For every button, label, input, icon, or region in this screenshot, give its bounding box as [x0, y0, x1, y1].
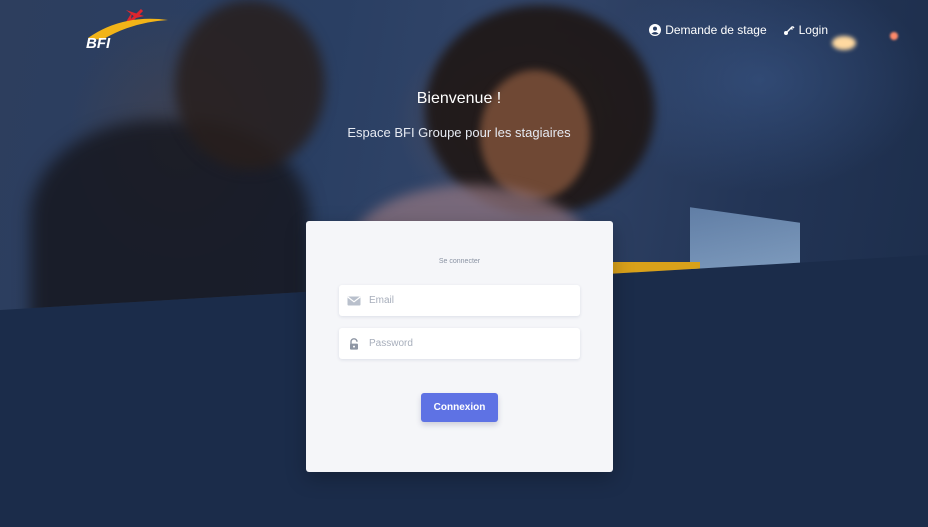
- connexion-button[interactable]: Connexion: [421, 393, 498, 422]
- logo-text: BFI: [86, 35, 111, 50]
- hero-title: Bienvenue !: [416, 90, 502, 107]
- nav-demande-de-stage[interactable]: Demande de stage: [649, 23, 767, 37]
- hero-photo-person: [175, 0, 325, 170]
- bfi-logo[interactable]: BFI: [82, 8, 172, 52]
- email-input[interactable]: [369, 295, 580, 306]
- login-title: Se connecter: [438, 258, 481, 265]
- hero-photo-accent: [600, 262, 700, 288]
- password-input[interactable]: [369, 338, 580, 349]
- key-icon: [783, 24, 795, 36]
- email-field[interactable]: [339, 285, 580, 316]
- top-nav: Demande de stage Login: [649, 23, 828, 37]
- user-circle-icon: [649, 24, 662, 36]
- bfi-logo-mark: BFI: [86, 8, 168, 52]
- nav-label: Demande de stage: [665, 23, 767, 37]
- hero-subtitle: Espace BFI Groupe pour les stagiaires: [347, 125, 571, 140]
- hero-photo-light: [832, 36, 856, 50]
- password-field[interactable]: [339, 328, 580, 359]
- hero-photo-laptop: [690, 207, 800, 293]
- page: BFI Demande de stage Login Bienvenue ! E…: [0, 0, 928, 527]
- login-card: Se connecter Connexion: [306, 221, 613, 472]
- nav-label: Login: [798, 23, 828, 37]
- lock-icon: [347, 337, 361, 350]
- hero-photo-light: [890, 32, 898, 40]
- envelope-icon: [347, 295, 361, 307]
- nav-login[interactable]: Login: [783, 23, 828, 37]
